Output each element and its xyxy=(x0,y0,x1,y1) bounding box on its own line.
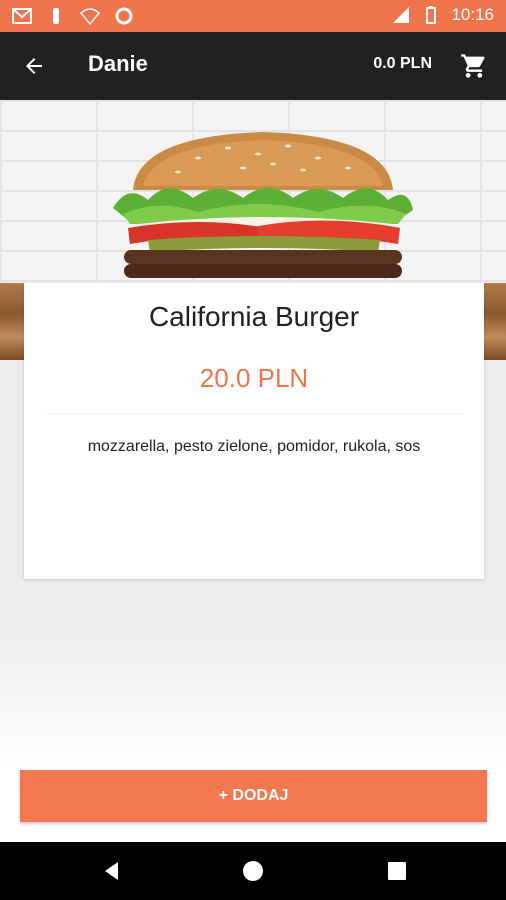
arrow-left-icon xyxy=(26,58,42,74)
status-bar-right: 10:16 xyxy=(391,5,494,25)
status-time: 10:16 xyxy=(451,5,494,24)
notification-icon xyxy=(53,8,59,24)
circle-icon xyxy=(115,7,133,25)
dish-name: California Burger xyxy=(148,301,360,332)
wifi-icon xyxy=(80,8,100,26)
dish-description: mozzarella, pesto zielone, pomidor, ruko… xyxy=(87,438,421,455)
nav-recent-apps-icon[interactable] xyxy=(385,859,409,883)
card-divider xyxy=(46,413,462,414)
gmail-icon xyxy=(12,8,32,24)
battery-icon xyxy=(426,6,437,24)
lte-signal-icon xyxy=(393,7,410,23)
page-title: Danie xyxy=(88,51,148,76)
shopping-cart-icon xyxy=(461,54,485,78)
status-bar: 10:16 xyxy=(0,0,506,32)
nav-back-icon[interactable] xyxy=(100,859,124,883)
burger-image xyxy=(113,132,413,278)
system-navigation-bar xyxy=(0,842,506,900)
add-to-cart-button[interactable]: + DODAJ xyxy=(20,770,487,822)
nav-home-icon[interactable] xyxy=(241,859,265,883)
dish-price: 20.0 PLN xyxy=(199,363,309,393)
cart-button[interactable] xyxy=(456,48,492,84)
dish-card: California Burger 20.0 PLN mozzarella, p… xyxy=(24,283,484,579)
status-bar-left xyxy=(12,6,134,26)
back-button[interactable] xyxy=(16,48,52,84)
toolbar: Danie 0.0 PLN xyxy=(0,32,506,100)
cart-total: 0.0 PLN xyxy=(373,55,432,72)
